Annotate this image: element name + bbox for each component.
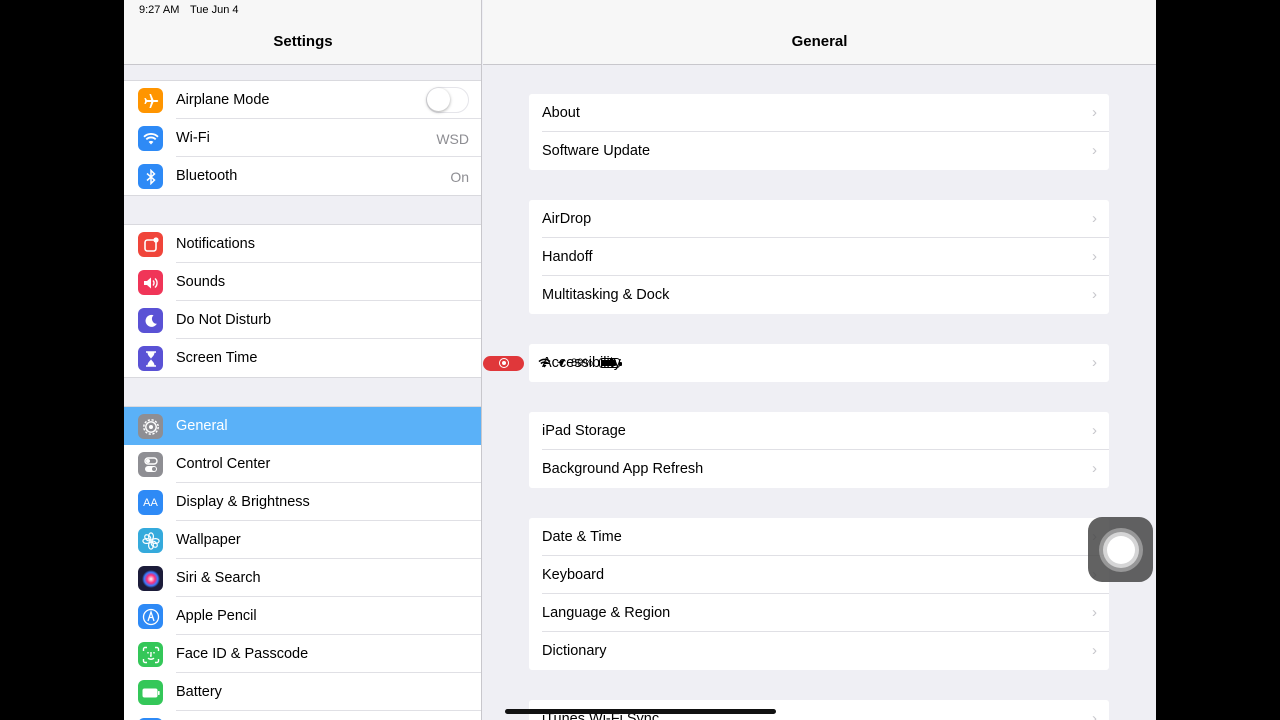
sidebar-item-label: Apple Pencil	[176, 608, 257, 624]
status-time: 9:27 AM	[139, 4, 180, 16]
sidebar-item-label: Notifications	[176, 236, 255, 252]
battery-fill	[601, 360, 617, 366]
moon-icon	[138, 308, 163, 333]
sidebar-item-siri-and-search[interactable]: Siri & Search	[124, 559, 481, 597]
sidebar-item-label: Do Not Disturb	[176, 312, 272, 328]
sidebar-item-label: Face ID & Passcode	[176, 646, 309, 662]
sidebar-item-do-not-disturb[interactable]: Do Not Disturb	[124, 301, 481, 339]
wifi-icon	[138, 126, 163, 151]
sidebar-item-label: Bluetooth	[176, 168, 238, 184]
location-icon	[557, 358, 565, 367]
sidebar-item-label: Display & Brightness	[176, 494, 310, 510]
sidebar-item-display-and-brightness[interactable]: AA Display & Brightness	[124, 483, 481, 521]
pencil-icon	[138, 604, 163, 629]
face-id-icon	[138, 642, 163, 667]
settings-group: Notifications Sounds Do Not Disturb Screen …	[124, 224, 481, 378]
switches-icon	[138, 452, 163, 477]
assistive-touch-icon	[1098, 527, 1143, 572]
sidebar-item-sounds[interactable]: Sounds	[124, 263, 481, 301]
bluetooth-icon	[138, 164, 163, 189]
sidebar-item-label: Sounds	[176, 274, 226, 290]
battery-icon	[138, 680, 163, 705]
status-bar: 9:27 AM Tue Jun 4 89%	[124, 0, 1156, 371]
settings-sidebar: Settings Airplane Mode Wi-Fi WSD Bluetooth O…	[124, 0, 482, 720]
sidebar-item-general[interactable]: General	[124, 407, 481, 445]
notifications-icon	[138, 232, 163, 257]
sidebar-item-control-center[interactable]: Control Center	[124, 445, 481, 483]
sidebar-item-wi-fi[interactable]: Wi-Fi WSD	[124, 119, 481, 157]
sidebar-item-label: Battery	[176, 684, 222, 700]
sidebar-item-label: Airplane Mode	[176, 92, 270, 108]
record-icon	[498, 358, 509, 368]
sidebar-item-label: Siri & Search	[176, 570, 261, 586]
sidebar-item-label: Wi-Fi	[176, 130, 210, 146]
ipad-screen: 9:27 AM Tue Jun 4 89% Settings Airplane …	[124, 0, 1156, 720]
sidebar-item-value: WSD	[436, 131, 469, 147]
assistive-touch-button[interactable]	[1088, 517, 1153, 582]
sidebar-item-battery[interactable]: Battery	[124, 673, 481, 711]
sidebar-item-label: Wallpaper	[176, 532, 241, 548]
wifi-status-icon	[538, 358, 551, 368]
status-right: 89%	[483, 3, 1156, 720]
settings-group: General Control Center AA Display & Brightn…	[124, 406, 481, 720]
hourglass-icon	[138, 346, 163, 371]
sidebar-item-value: On	[450, 169, 469, 185]
status-date: Tue Jun 4	[190, 4, 239, 16]
airplane-mode-toggle[interactable]	[426, 87, 469, 113]
speaker-icon	[138, 270, 163, 295]
siri-icon	[138, 566, 163, 591]
sidebar-item-notifications[interactable]: Notifications	[124, 225, 481, 263]
airplane-icon	[138, 88, 163, 113]
sidebar-item-label: Control Center	[176, 456, 271, 472]
sidebar-item-airplane-mode[interactable]: Airplane Mode	[124, 81, 481, 119]
home-indicator[interactable]	[505, 709, 776, 714]
text-size-icon: AA	[138, 490, 163, 515]
sidebar-item-wallpaper[interactable]: Wallpaper	[124, 521, 481, 559]
settings-group: Airplane Mode Wi-Fi WSD Bluetooth On	[124, 80, 481, 196]
sidebar-title: Settings	[273, 33, 333, 50]
gear-icon	[138, 414, 163, 439]
battery-status-icon	[599, 358, 623, 368]
sidebar-item-face-id-and-passcode[interactable]: Face ID & Passcode	[124, 635, 481, 673]
sidebar-item-privacy[interactable]	[124, 711, 481, 720]
sidebar-item-apple-pencil[interactable]: Apple Pencil	[124, 597, 481, 635]
sidebar-item-bluetooth[interactable]: Bluetooth On	[124, 157, 481, 195]
toggle-knob	[427, 88, 450, 111]
battery-percent: 89%	[571, 357, 594, 369]
screen-recording-indicator[interactable]	[483, 355, 524, 371]
sidebar-item-screen-time[interactable]: Screen Time	[124, 339, 481, 377]
sidebar-item-label: Screen Time	[176, 350, 258, 366]
sidebar-item-label: General	[176, 418, 228, 434]
flower-icon	[138, 528, 163, 553]
